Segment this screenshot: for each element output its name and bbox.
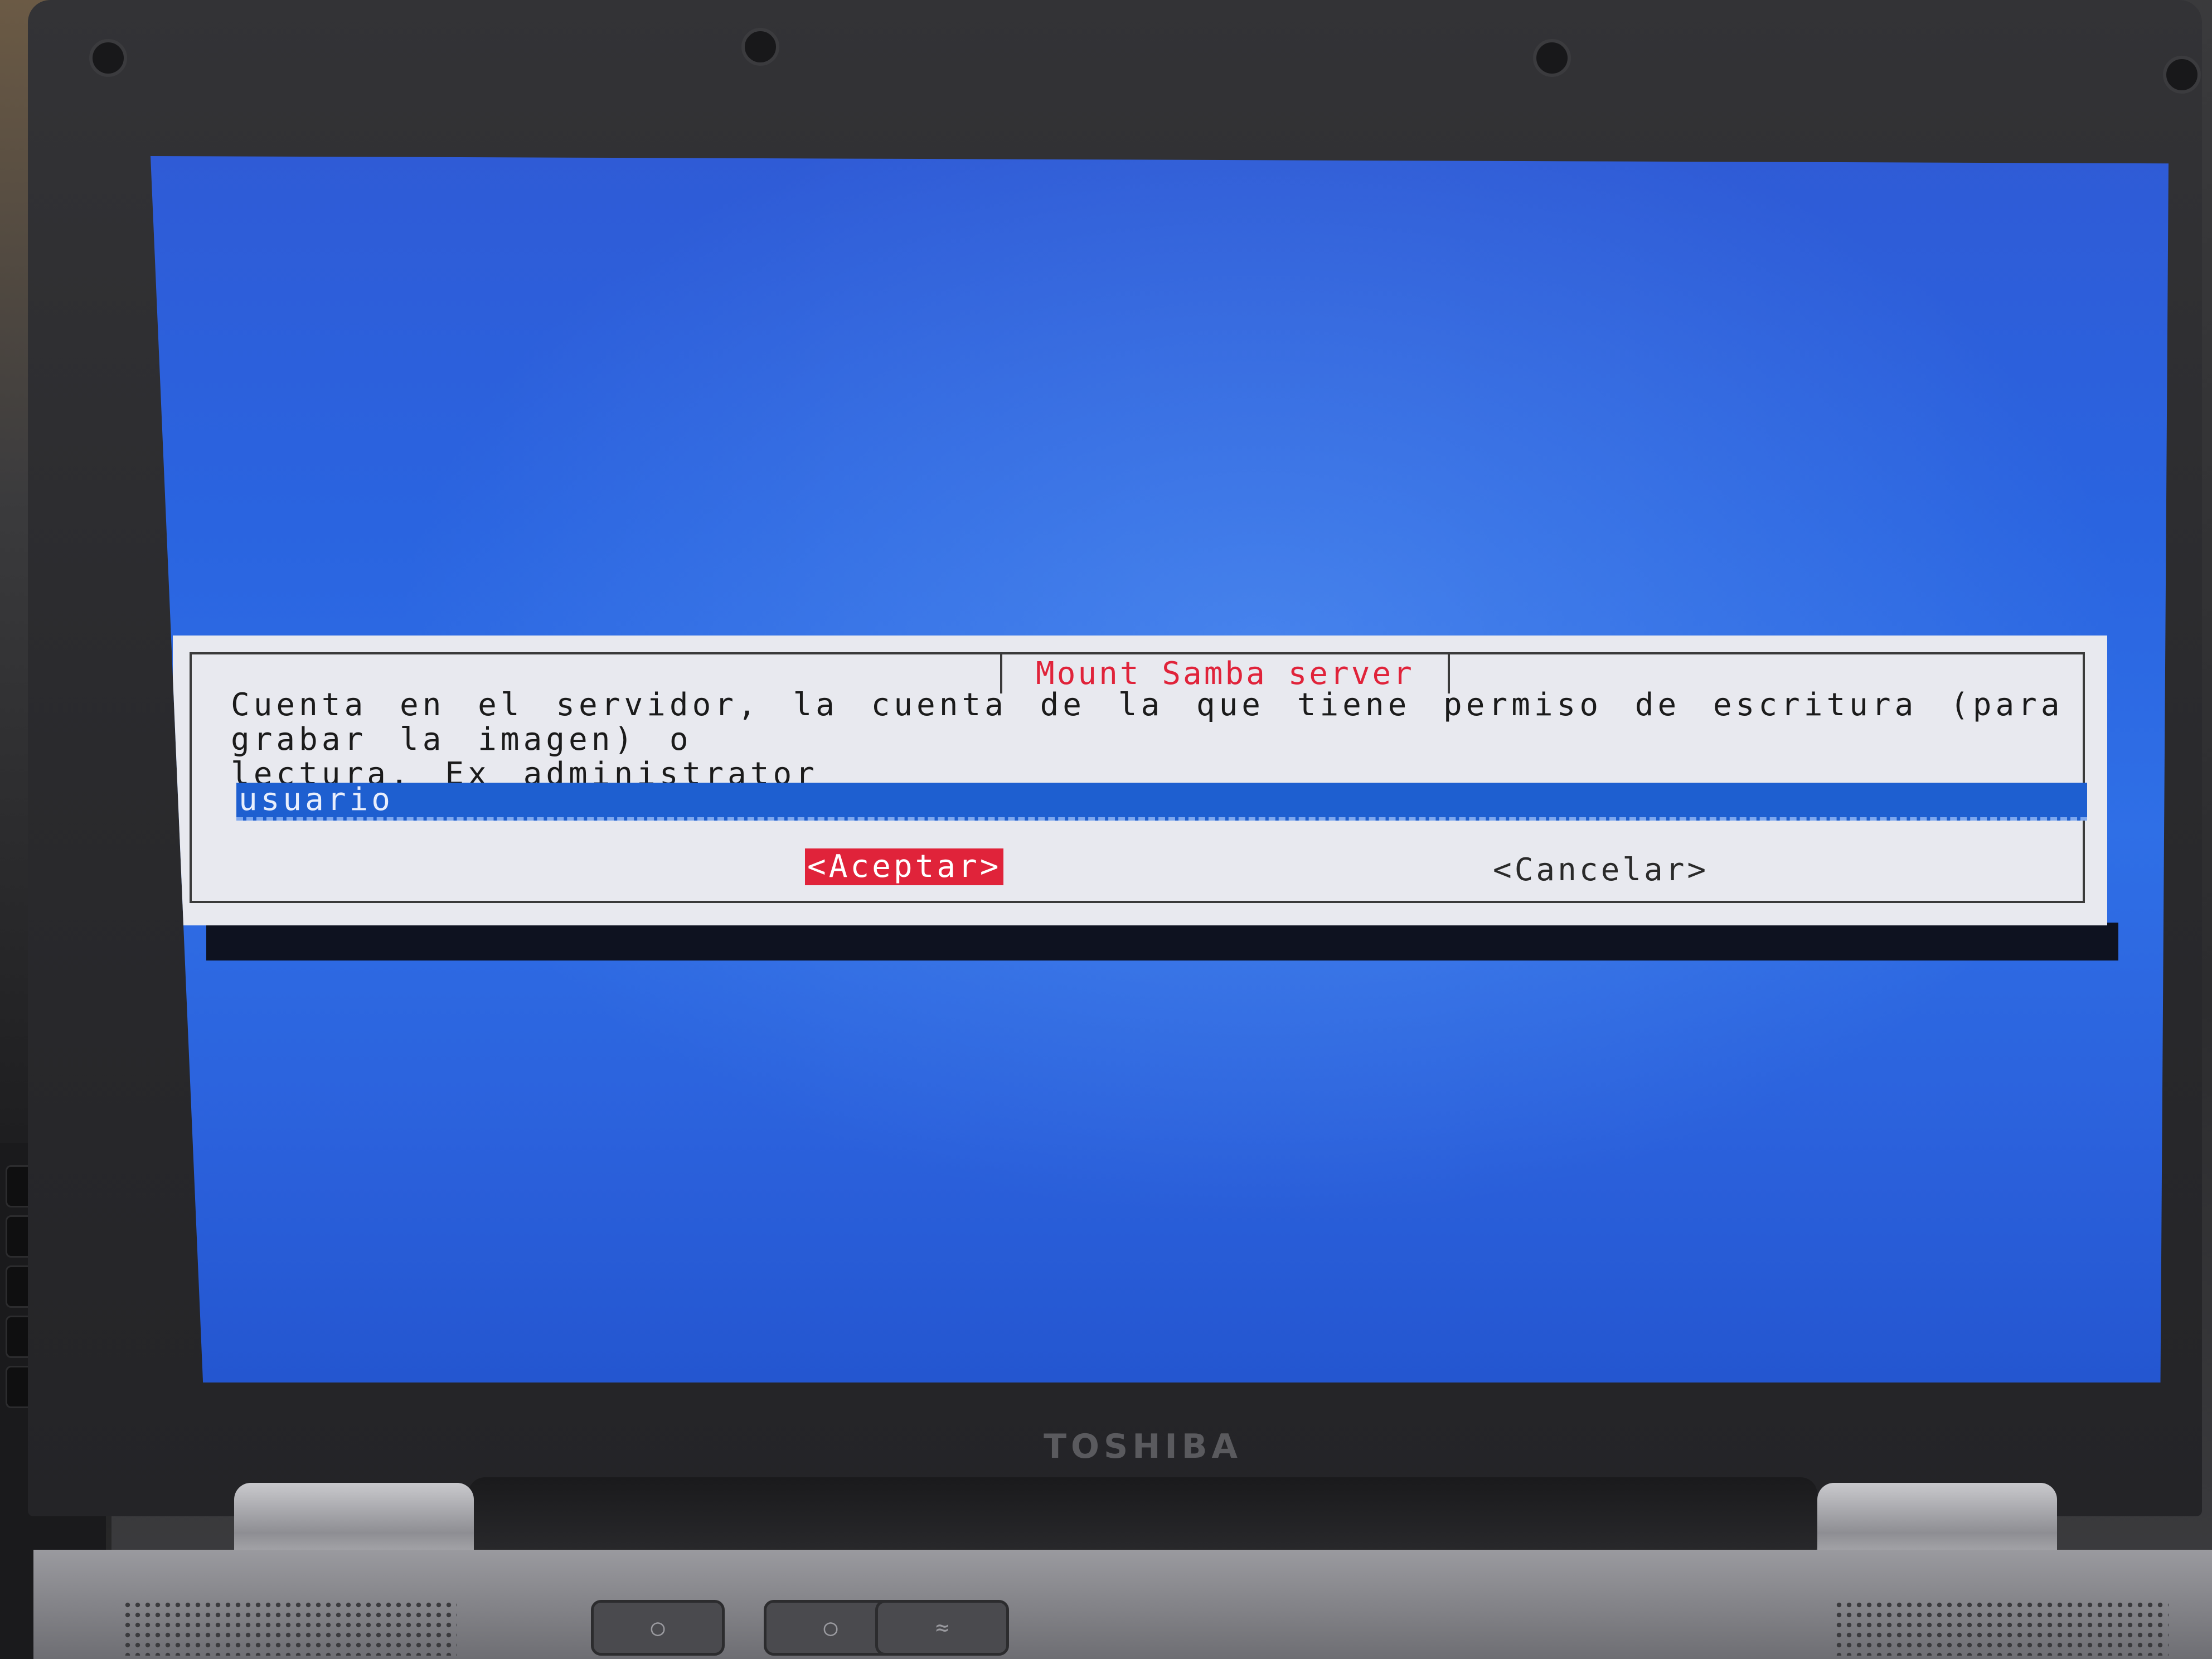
speaker-grille-right xyxy=(1834,1600,2169,1656)
bezel-screw xyxy=(2163,56,2201,94)
dialog-shadow xyxy=(206,923,2118,961)
bezel-screw xyxy=(741,28,779,66)
dialog-prompt-text: Cuenta en el servidor, la cuenta de la q… xyxy=(231,687,2064,792)
bezel-screw xyxy=(89,39,127,77)
monitor-screen: Mount Samba server Cuenta en el servidor… xyxy=(151,156,2169,1382)
account-input-value: usuario xyxy=(239,782,394,818)
photo-scene: Mount Samba server Cuenta en el servidor… xyxy=(0,0,2212,1659)
wireless-button[interactable]: ≈ xyxy=(875,1600,1009,1656)
dialog-frame: Mount Samba server Cuenta en el servidor… xyxy=(190,652,2087,903)
speaker-grille-left xyxy=(123,1600,457,1656)
bezel-screw xyxy=(1533,39,1571,77)
hardware-button[interactable]: ◯ xyxy=(591,1600,725,1656)
accept-button[interactable]: <Aceptar> xyxy=(805,848,1004,885)
account-input[interactable]: usuario xyxy=(236,783,2087,821)
cancel-button[interactable]: <Cancelar> xyxy=(1491,852,1711,889)
brand-logo: TOSHIBA xyxy=(1044,1427,1242,1466)
mount-samba-dialog: Mount Samba server Cuenta en el servidor… xyxy=(173,636,2107,925)
hinge-bar xyxy=(468,1477,1817,1561)
